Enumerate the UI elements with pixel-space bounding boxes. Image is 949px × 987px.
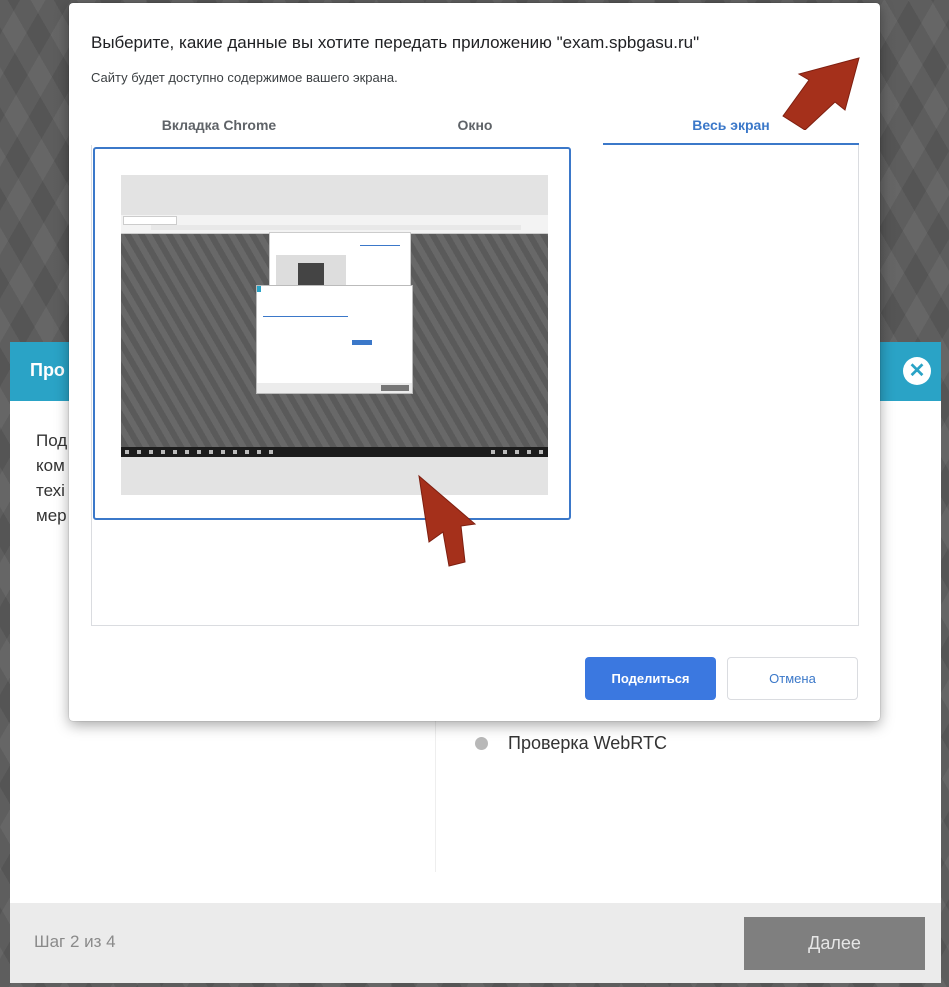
share-dialog: Выберите, какие данные вы хотите передат… [69,3,880,721]
tab-entire-screen[interactable]: Весь экран [603,111,859,145]
tab-chrome-tab[interactable]: Вкладка Chrome [91,111,347,145]
screen-source-tile[interactable] [93,147,571,520]
check-item-webrtc: Проверка WebRTC [475,733,667,754]
check-item-label: Проверка WebRTC [508,733,667,753]
thumbnail-wizard [256,285,413,394]
thumbnail-taskbar [121,447,548,457]
close-icon[interactable]: ✕ [903,357,931,385]
dialog-subtitle: Сайту будет доступно содержимое вашего э… [91,70,398,85]
step-indicator: Шаг 2 из 4 [34,932,116,951]
share-button[interactable]: Поделиться [585,657,716,700]
wizard-footer: Шаг 2 из 4 Далее [10,903,941,983]
dialog-title: Выберите, какие данные вы хотите передат… [91,33,700,52]
next-button[interactable]: Далее [744,917,925,970]
share-source-list [91,145,859,626]
screen-thumbnail [121,175,548,495]
cancel-button[interactable]: Отмена [727,657,858,700]
status-dot-icon [475,737,488,750]
wizard-title: Про [30,360,65,380]
tab-window[interactable]: Окно [347,111,603,145]
share-tabs: Вкладка Chrome Окно Весь экран [91,111,859,145]
